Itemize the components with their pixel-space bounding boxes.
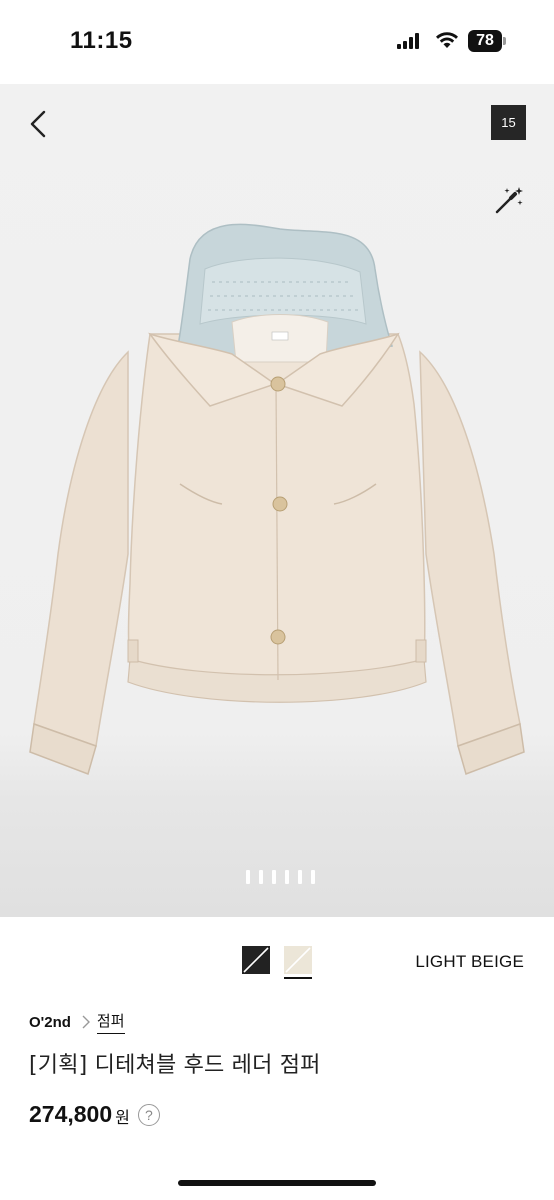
pagination-dot[interactable] — [272, 870, 276, 884]
unavailable-slash-icon — [285, 947, 311, 973]
color-swatch-light-beige[interactable] — [284, 946, 312, 974]
price-value: 274,800 — [29, 1101, 113, 1127]
pagination-dot[interactable] — [246, 870, 250, 884]
selected-swatch-underline — [284, 977, 312, 979]
unavailable-slash-icon — [243, 947, 269, 973]
product-photo-jacket — [29, 223, 525, 775]
status-bar: 11:15 78 — [0, 0, 554, 84]
cellular-signal-icon — [397, 33, 419, 49]
help-icon[interactable]: ? — [137, 1103, 160, 1126]
pagination-dot[interactable] — [311, 870, 315, 884]
pagination-dot[interactable] — [285, 870, 289, 884]
color-selector: LIGHT BEIGE — [0, 946, 554, 982]
brand-link[interactable]: O'2nd — [29, 1014, 71, 1031]
status-time: 11:15 — [70, 27, 133, 54]
price-row: 274,800 원 ? — [29, 1101, 160, 1128]
category-link[interactable]: 점퍼 — [96, 1010, 125, 1034]
breadcrumb: O'2nd 점퍼 — [29, 1010, 125, 1034]
magic-wand-icon[interactable] — [493, 184, 525, 216]
battery-level: 78 — [476, 32, 494, 49]
price-unit: 원 — [115, 1108, 130, 1127]
battery-icon: 78 — [468, 30, 508, 52]
color-swatch-dark[interactable] — [242, 946, 270, 974]
image-count-badge: 15 — [491, 105, 526, 140]
chevron-right-icon — [82, 1015, 90, 1029]
selected-color-name: LIGHT BEIGE — [415, 952, 524, 971]
product-image-carousel[interactable]: 15 — [0, 84, 554, 917]
home-indicator — [178, 1180, 376, 1186]
product-title: [기획] 디테쳐블 후드 레더 점퍼 — [29, 1053, 321, 1078]
pagination-dot[interactable] — [259, 870, 263, 884]
image-pagination[interactable] — [246, 870, 315, 884]
back-arrow-icon[interactable] — [22, 106, 54, 142]
pagination-dot[interactable] — [298, 870, 302, 884]
wifi-icon — [436, 32, 458, 48]
